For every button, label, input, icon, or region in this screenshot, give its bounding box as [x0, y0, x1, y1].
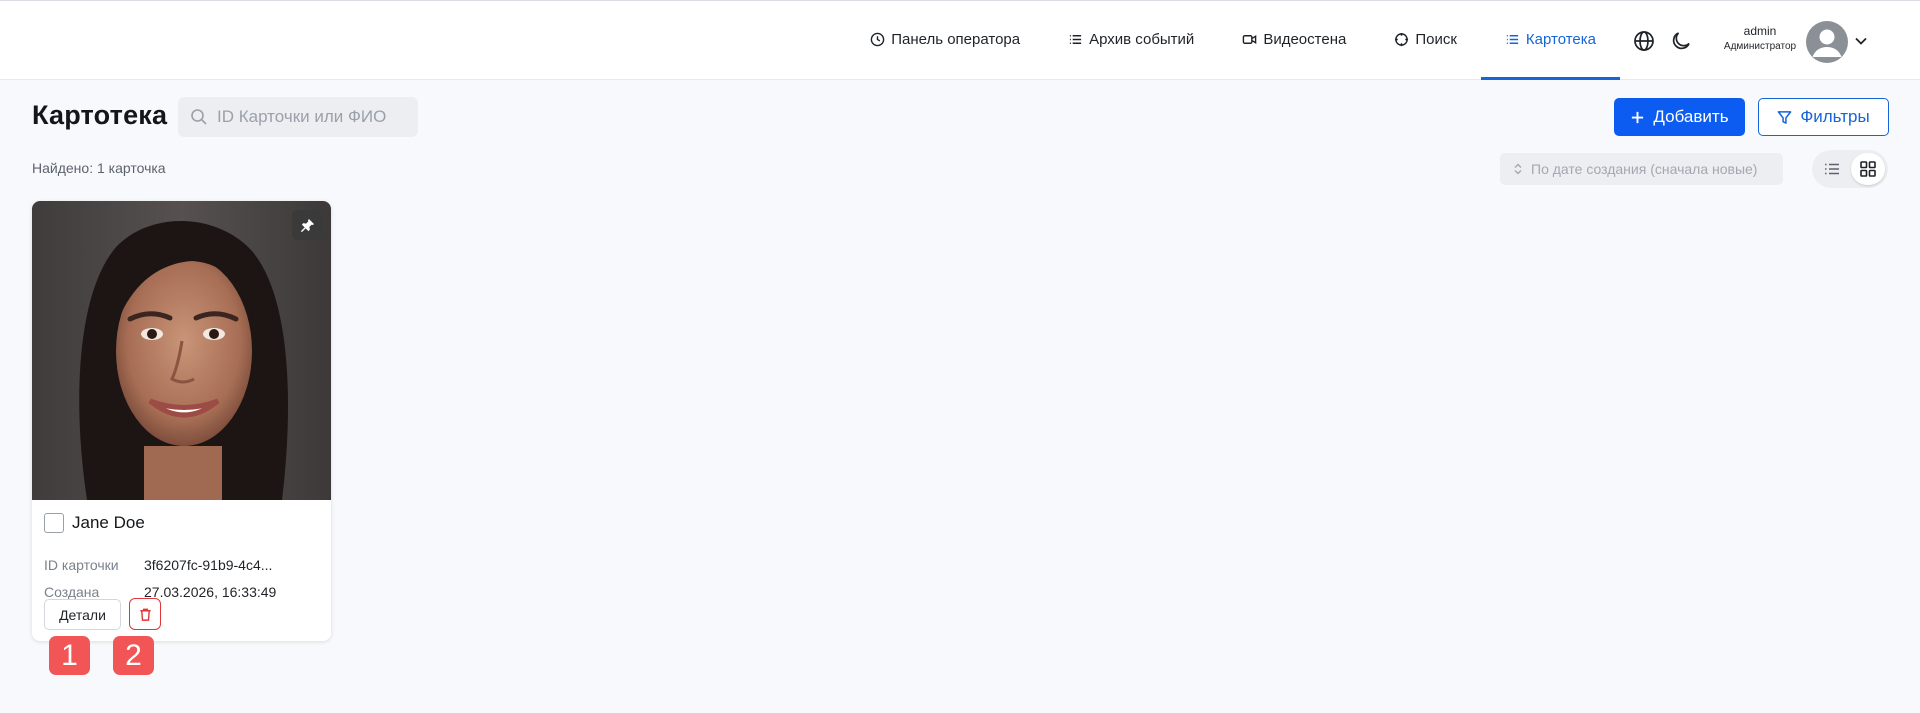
- sort-select[interactable]: По дате создания (сначала новые): [1500, 153, 1783, 185]
- nav-item-label: Панель оператора: [891, 30, 1021, 48]
- card-id-label: ID карточки: [44, 557, 119, 573]
- list-view-button[interactable]: [1815, 153, 1849, 185]
- moon-icon[interactable]: [1669, 29, 1693, 53]
- search-icon: [191, 109, 207, 125]
- search-box[interactable]: [178, 97, 418, 137]
- list-icon: [1069, 34, 1082, 44]
- main-nav: Панель оператора Архив событий Видеостен…: [846, 1, 1620, 81]
- search-input[interactable]: [217, 107, 407, 127]
- card-person-name: Jane Doe: [72, 513, 145, 532]
- user-name: admin: [1743, 24, 1777, 38]
- nav-item-label: Картотека: [1525, 30, 1596, 48]
- user-avatar-icon: [1812, 29, 1842, 57]
- card-created-label: Создана: [44, 584, 100, 600]
- delete-button[interactable]: [129, 598, 161, 630]
- nav-item-video-wall[interactable]: Видеостена: [1218, 1, 1370, 80]
- nav-item-label: Поиск: [1415, 30, 1457, 48]
- card-body: Jane Doe ID карточки 3f6207fc-91b9-4c4..…: [32, 500, 331, 641]
- person-photo[interactable]: [32, 201, 331, 500]
- pin-icon: [300, 218, 315, 232]
- add-button-label: Добавить: [1653, 107, 1729, 126]
- sort-arrows-icon: [1514, 163, 1522, 175]
- portrait-image: [79, 221, 288, 500]
- select-checkbox[interactable]: [44, 513, 64, 533]
- grid-view-button[interactable]: [1851, 153, 1885, 185]
- video-icon: [1243, 34, 1257, 44]
- list-view-icon: [1825, 163, 1839, 175]
- card-created-value: 27.03.2026, 16:33:49: [144, 584, 277, 600]
- results-count: Найдено: 1 карточка: [32, 160, 166, 176]
- annotation-marker-2: 2: [113, 636, 154, 675]
- nav-item-search[interactable]: Поиск: [1370, 1, 1481, 80]
- nav-item-event-archive[interactable]: Архив событий: [1044, 1, 1218, 80]
- grid-view-icon: [1860, 161, 1876, 177]
- nav-item-label: Архив событий: [1089, 30, 1195, 48]
- nav-item-card-index[interactable]: Картотека: [1480, 1, 1620, 80]
- list-icon: [1506, 34, 1519, 44]
- page-title: Картотека: [32, 100, 168, 130]
- details-button[interactable]: Детали: [44, 599, 121, 630]
- user-role: Администратор: [1723, 41, 1797, 53]
- filters-button[interactable]: Фильтры: [1758, 98, 1889, 136]
- person-card: Jane Doe ID карточки 3f6207fc-91b9-4c4..…: [32, 201, 331, 641]
- nav-item-label: Видеостена: [1263, 30, 1347, 48]
- nav-item-operator-panel[interactable]: Панель оператора: [846, 1, 1044, 80]
- avatar[interactable]: [1806, 21, 1848, 63]
- view-mode-toggle: [1812, 150, 1888, 188]
- sort-select-label: По дате создания (сначала новые): [1531, 161, 1758, 177]
- chevron-down-icon[interactable]: [1852, 32, 1870, 50]
- trash-icon: [139, 608, 151, 621]
- add-button[interactable]: Добавить: [1614, 98, 1745, 136]
- user-info[interactable]: admin Администратор: [1715, 24, 1805, 53]
- filters-button-label: Фильтры: [1800, 107, 1870, 126]
- plus-icon: [1632, 111, 1644, 123]
- annotation-marker-1: 1: [49, 636, 90, 675]
- clock-icon: [870, 32, 885, 46]
- globe-icon[interactable]: [1632, 29, 1656, 53]
- card-id-value: 3f6207fc-91b9-4c4...: [144, 557, 273, 573]
- filter-icon: [1777, 110, 1792, 124]
- top-navigation-bar: Панель оператора Архив событий Видеостен…: [0, 0, 1920, 80]
- crosshair-icon: [1395, 32, 1409, 46]
- pin-button[interactable]: [292, 210, 323, 240]
